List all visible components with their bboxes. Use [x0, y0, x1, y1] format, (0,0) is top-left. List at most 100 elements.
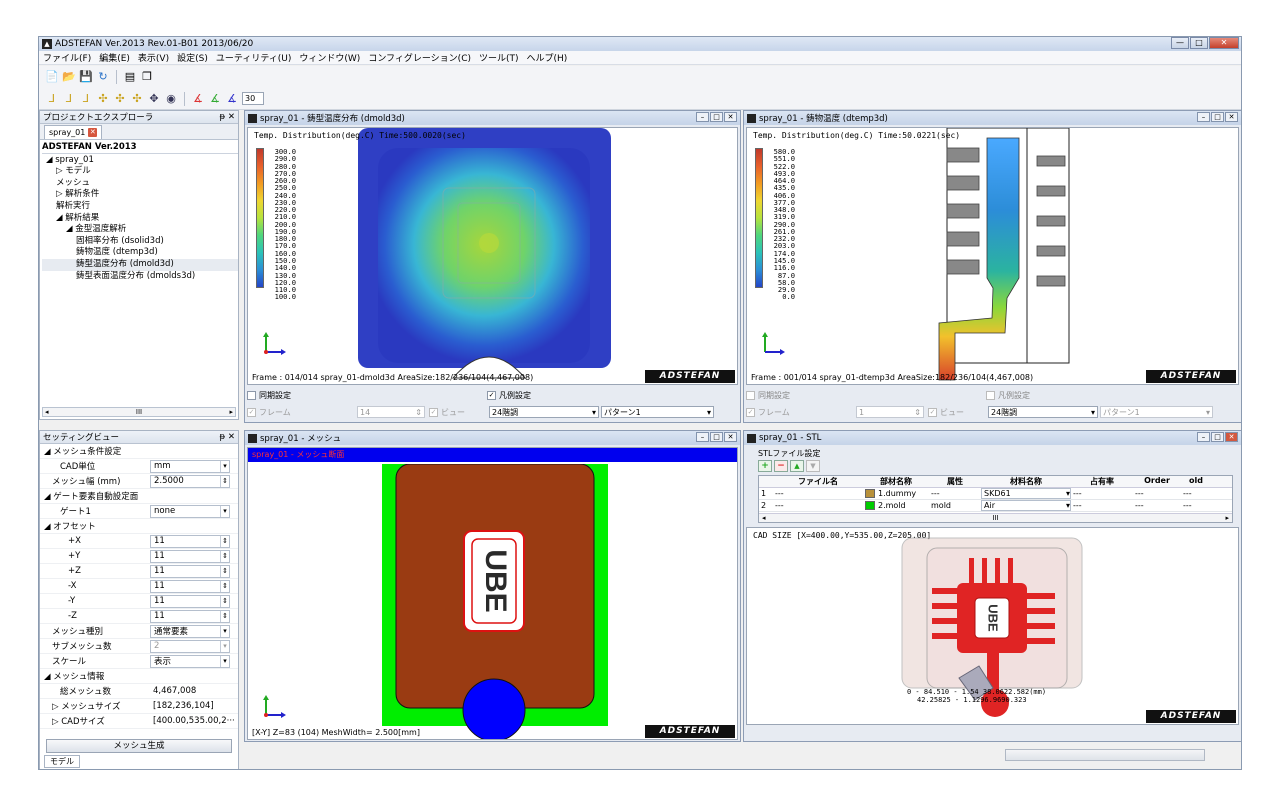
tree-item[interactable]: ▷ 解析条件: [42, 189, 238, 201]
pattern-dropdown[interactable]: パターン1 ▾: [601, 406, 714, 418]
close-button[interactable]: ✕: [1225, 112, 1238, 122]
menu-item-0[interactable]: ファイル(F): [39, 51, 95, 64]
legend-checkbox[interactable]: ✓: [487, 390, 496, 400]
maximize-button[interactable]: □: [1211, 112, 1224, 122]
spin-arrows-icon[interactable]: ⇕: [914, 408, 921, 417]
maximize-button[interactable]: □: [1211, 432, 1224, 442]
tree-item[interactable]: ◢ spray_01: [42, 155, 238, 167]
material-color-swatch[interactable]: [865, 489, 875, 498]
layer-spinner[interactable]: 30: [242, 92, 264, 105]
mesh-viewport[interactable]: spray_01 - メッシュ断面 UBE [X-Y] Z=83 (104) M…: [247, 447, 738, 740]
generate-mesh-button[interactable]: メッシュ生成: [46, 739, 232, 753]
tree-item[interactable]: 固相率分布 (dsolid3d): [42, 236, 238, 248]
chevron-down-icon[interactable]: ▾: [220, 505, 229, 517]
spin-arrows-icon[interactable]: ⇕: [220, 535, 229, 547]
minimize-button[interactable]: –: [1197, 112, 1210, 122]
settings-row[interactable]: スケール 表示 ▾: [40, 654, 238, 669]
minimize-button[interactable]: —: [1171, 37, 1189, 49]
chevron-down-icon[interactable]: ▾: [1066, 489, 1070, 498]
close-button[interactable]: ✕: [1209, 37, 1239, 49]
settings-row[interactable]: ゲート1 none ▾: [40, 504, 238, 519]
reset-view-icon[interactable]: ◉: [164, 92, 178, 106]
stl-hscrollbar[interactable]: ◂ III ▸: [759, 513, 1232, 522]
menu-item-1[interactable]: 編集(E): [95, 51, 134, 64]
tree-item[interactable]: 鋳型温度分布 (dmold3d): [42, 258, 238, 271]
spin-arrows-icon[interactable]: ⇕: [220, 565, 229, 577]
minimize-button[interactable]: –: [696, 112, 709, 122]
axis-z-icon[interactable]: ⅃: [79, 92, 93, 106]
chevron-down-icon[interactable]: ▾: [592, 408, 596, 417]
open-folder-icon[interactable]: 📂: [62, 70, 76, 84]
tree-item[interactable]: ◢ 解析結果: [42, 213, 238, 225]
tab-spray01[interactable]: spray_01 ✕: [44, 125, 103, 139]
remove-stl-icon[interactable]: −: [774, 460, 788, 472]
settings-row[interactable]: ▷ CADサイズ [400.00,535.00,2···: [40, 714, 238, 729]
add-stl-icon[interactable]: +: [758, 460, 772, 472]
rotate-y-icon[interactable]: ✣: [113, 92, 127, 106]
material-color-swatch[interactable]: [865, 501, 875, 510]
settings-spinner[interactable]: 11 ⇕: [150, 564, 230, 578]
chevron-down-icon[interactable]: ▾: [220, 655, 229, 667]
stl-column-header[interactable]: old: [1181, 476, 1211, 487]
temp-viewport[interactable]: Temp. Distribution(deg.C) Time:50.0221(s…: [746, 127, 1239, 385]
save-icon[interactable]: 💾: [79, 70, 93, 84]
stl-column-header[interactable]: [759, 476, 773, 487]
settings-row[interactable]: +X 11 ⇕: [40, 534, 238, 549]
new-file-icon[interactable]: 📄: [45, 70, 59, 84]
settings-spinner[interactable]: 11 ⇕: [150, 579, 230, 593]
tree-item[interactable]: メッシュ: [42, 178, 238, 190]
window-cascade-icon[interactable]: ❐: [140, 70, 154, 84]
settings-row[interactable]: ▷ メッシュサイズ [182,236,104]: [40, 699, 238, 714]
move-down-icon[interactable]: ▼: [806, 460, 820, 472]
settings-dropdown[interactable]: mm ▾: [150, 459, 230, 473]
stl-cell-mat[interactable]: Air ▾: [981, 500, 1071, 511]
chevron-down-icon[interactable]: ▾: [220, 460, 229, 472]
settings-row[interactable]: 総メッシュ数 4,467,008: [40, 684, 238, 699]
settings-row[interactable]: +Y 11 ⇕: [40, 549, 238, 564]
tree-item[interactable]: 解析実行: [42, 201, 238, 213]
scroll-thumb[interactable]: III: [136, 408, 142, 416]
menu-item-2[interactable]: 表示(V): [134, 51, 173, 64]
tree-item[interactable]: 鋳型表面温度分布 (dmolds3d): [42, 271, 238, 283]
settings-spinner[interactable]: 11 ⇕: [150, 549, 230, 563]
sync-checkbox[interactable]: [247, 390, 256, 400]
settings-row[interactable]: -Z 11 ⇕: [40, 609, 238, 624]
settings-row[interactable]: サブメッシュ数 2 ▾: [40, 639, 238, 654]
menu-item-6[interactable]: コンフィグレーション(C): [364, 51, 475, 64]
window-tile-icon[interactable]: ▤: [123, 70, 137, 84]
spin-arrows-icon[interactable]: ⇕: [220, 610, 229, 622]
axis-x-icon[interactable]: ⅃: [45, 92, 59, 106]
close-button[interactable]: ✕: [724, 112, 737, 122]
stl-table-row[interactable]: 1 --- 1.dummy --- SKD61 ▾ --- --- ---: [759, 488, 1232, 500]
stl-column-header[interactable]: 材料名称: [981, 476, 1071, 487]
frame-checkbox[interactable]: ✓: [746, 407, 755, 417]
settings-spinner[interactable]: 11 ⇕: [150, 609, 230, 623]
gradation-dropdown[interactable]: 24階調 ▾: [988, 406, 1098, 418]
frame-spinner[interactable]: 14 ⇕: [357, 406, 425, 418]
settings-row[interactable]: CAD単位 mm ▾: [40, 459, 238, 474]
close-button[interactable]: ✕: [724, 432, 737, 442]
rotate-z-icon[interactable]: ✣: [130, 92, 144, 106]
settings-dropdown[interactable]: 表示 ▾: [150, 654, 230, 668]
tab-model[interactable]: モデル: [44, 755, 80, 768]
settings-spinner[interactable]: 11 ⇕: [150, 534, 230, 548]
mold-viewport[interactable]: Temp. Distribution(deg.C) Time:500.0020(…: [247, 127, 738, 385]
settings-dropdown[interactable]: 通常要素 ▾: [150, 624, 230, 638]
stl-cell-mat[interactable]: SKD61 ▾: [981, 488, 1071, 499]
settings-dropdown[interactable]: none ▾: [150, 504, 230, 518]
scroll-right-icon[interactable]: ▸: [229, 408, 233, 416]
pin-close-icon[interactable]: ᵽ ✕: [220, 432, 236, 442]
section-green-icon[interactable]: ∡: [208, 92, 222, 106]
stl-column-header[interactable]: Order: [1133, 476, 1181, 487]
menu-item-5[interactable]: ウィンドウ(W): [295, 51, 364, 64]
spin-arrows-icon[interactable]: ⇕: [415, 408, 422, 417]
maximize-button[interactable]: □: [710, 432, 723, 442]
settings-row[interactable]: メッシュ幅 (mm) 2.5000 ⇕: [40, 474, 238, 489]
chevron-down-icon[interactable]: ▾: [1091, 408, 1095, 417]
settings-row[interactable]: +Z 11 ⇕: [40, 564, 238, 579]
settings-row[interactable]: -Y 11 ⇕: [40, 594, 238, 609]
move-up-icon[interactable]: ▲: [790, 460, 804, 472]
settings-row[interactable]: -X 11 ⇕: [40, 579, 238, 594]
pattern-dropdown[interactable]: パターン1 ▾: [1100, 406, 1213, 418]
close-button[interactable]: ✕: [1225, 432, 1238, 442]
